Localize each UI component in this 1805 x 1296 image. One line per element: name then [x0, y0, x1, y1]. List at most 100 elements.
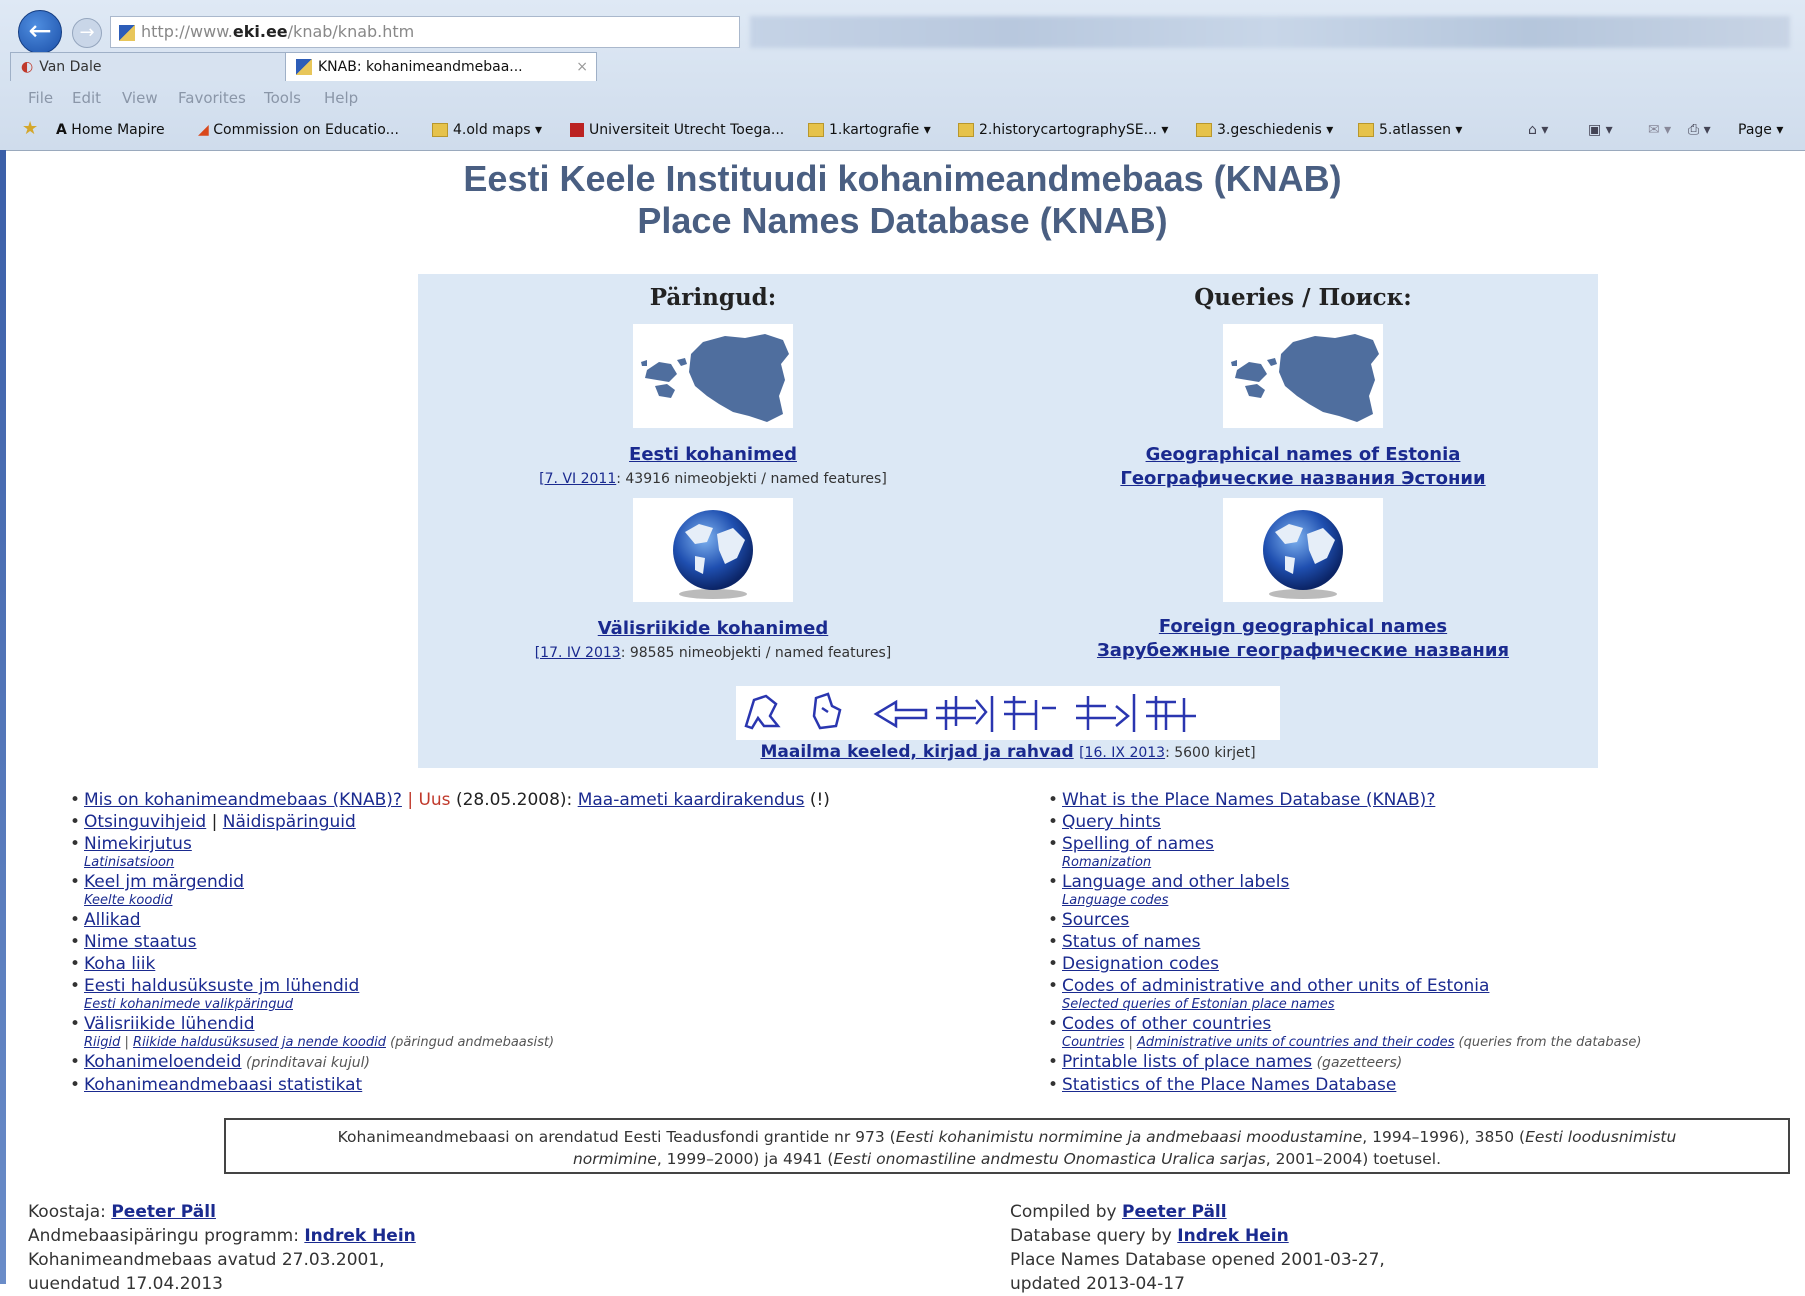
link-allikad[interactable]: Allikad — [84, 910, 141, 930]
link-keelte-koodid[interactable]: Keelte koodid — [84, 893, 830, 909]
link-printable-lists[interactable]: Printable lists of place names — [1062, 1052, 1312, 1072]
menu-tools[interactable]: Tools — [264, 89, 301, 107]
fav-historycartography[interactable]: 2.historycartographySE... ▾ — [958, 122, 1168, 138]
foreign-date-link[interactable]: [17. IV 2013 — [535, 645, 621, 661]
languages-date-link[interactable]: [16. IX 2013 — [1079, 745, 1165, 761]
tab-label: KNAB: kohanimeandmebaa... — [318, 59, 523, 75]
menu-help[interactable]: Help — [324, 89, 358, 107]
menu-favorites[interactable]: Favorites — [178, 89, 246, 107]
link-mis-on-knab[interactable]: Mis on kohanimeandmebaas (KNAB)? — [84, 790, 402, 810]
home-icon[interactable]: ⌂ ▾ — [1528, 122, 1548, 138]
estonia-map-svg — [1231, 334, 1379, 422]
link-sources[interactable]: Sources — [1062, 910, 1129, 930]
print-icon[interactable]: ⎙ ▾ — [1688, 122, 1711, 138]
close-icon[interactable]: × — [576, 53, 588, 81]
link-programmer[interactable]: Indrek Hein — [304, 1226, 415, 1246]
fav-commission[interactable]: ◢ Commission on Educatio... — [198, 122, 399, 138]
fav-label: 4.old maps ▾ — [453, 122, 543, 138]
link-riigid[interactable]: Riigid — [84, 1035, 120, 1050]
link-language-codes[interactable]: Language codes — [1062, 893, 1641, 909]
link-what-is-knab[interactable]: What is the Place Names Database (KNAB)? — [1062, 790, 1435, 810]
link-designation-codes[interactable]: Designation codes — [1062, 954, 1219, 974]
fav-geschiedenis[interactable]: 3.geschiedenis ▾ — [1196, 122, 1333, 138]
menu-file[interactable]: File — [28, 89, 53, 107]
page-menu[interactable]: Page ▾ — [1738, 122, 1783, 138]
link-nimekirjutus[interactable]: Nimekirjutus — [84, 834, 192, 854]
note: (prinditavai kujul) — [241, 1055, 371, 1071]
link-statistics[interactable]: Statistics of the Place Names Database — [1062, 1075, 1396, 1095]
link-nime-staatus[interactable]: Nime staatus — [84, 932, 197, 952]
link-valisriikide-luhendid[interactable]: Välisriikide lühendid — [84, 1014, 255, 1034]
menu-view[interactable]: View — [122, 89, 158, 107]
link-geographical-names-estonia-ru[interactable]: Географические названия Эстонии — [1008, 468, 1598, 492]
note: (gazetteers) — [1312, 1055, 1403, 1071]
list-item: Välisriikide lühendid Riigid | Riikide h… — [70, 1014, 830, 1051]
link-kohanimeloendeid[interactable]: Kohanimeloendeid — [84, 1052, 242, 1072]
funding-text: Kohanimeandmebaasi on arendatud Eesti Te… — [337, 1128, 896, 1146]
window-edge — [0, 150, 6, 1284]
link-keel-margendid[interactable]: Keel jm märgendid — [84, 872, 244, 892]
link-geographical-names-estonia[interactable]: Geographical names of Estonia — [1008, 444, 1598, 468]
estonia-map-icon[interactable] — [633, 324, 793, 428]
footer-estonian: Koostaja: Peeter Päll Andmebaasipäringu … — [28, 1200, 416, 1296]
fav-home-mapire[interactable]: A Home Mapire — [56, 122, 165, 138]
funding-grant-2b: normimine — [572, 1150, 657, 1168]
link-latinisatsioon[interactable]: Latinisatsioon — [84, 855, 830, 871]
fav-kartografie[interactable]: 1.kartografie ▾ — [808, 122, 931, 138]
link-eesti-haldusuksused[interactable]: Eesti haldusüksuste jm lühendid — [84, 976, 359, 996]
address-bar[interactable]: http://www.eki.ee/knab/knab.htm — [110, 16, 740, 48]
link-koha-liik[interactable]: Koha liik — [84, 954, 155, 974]
list-item: Printable lists of place names (gazettee… — [1048, 1052, 1641, 1074]
mail-icon[interactable]: ✉ ▾ — [1648, 122, 1671, 138]
queries-heading-en: Queries / Поиск: — [1194, 284, 1412, 311]
link-valikparingud[interactable]: Eesti kohanimede valikpäringud — [84, 997, 830, 1013]
link-admin-codes-estonia[interactable]: Codes of administrative and other units … — [1062, 976, 1489, 996]
link-riikide-haldusuksused[interactable]: Riikide haldusüksused ja nende koodid — [133, 1035, 386, 1050]
link-status-of-names[interactable]: Status of names — [1062, 932, 1200, 952]
link-foreign-geographical-names-ru[interactable]: Зарубежные географические названия — [1008, 640, 1598, 664]
link-naidisparinguid[interactable]: Näidispäringuid — [223, 812, 356, 832]
link-eesti-kohanimed[interactable]: Eesti kohanimed — [418, 444, 1008, 468]
globe-icon[interactable] — [1223, 498, 1383, 602]
script-glyphs-icon[interactable] — [736, 686, 1280, 740]
funding-text: , 1999–2000) ja 4941 ( — [656, 1150, 834, 1168]
link-query-hints[interactable]: Query hints — [1062, 812, 1161, 832]
query-column-estonian: Päringud: Eesti kohanimed [7. VI 2011: 4… — [418, 274, 1008, 664]
list-item: Language and other labels Language codes — [1048, 872, 1641, 909]
back-button[interactable]: ← — [18, 10, 62, 54]
link-admin-units-countries[interactable]: Administrative units of countries and th… — [1137, 1035, 1454, 1050]
estonia-count: : 43916 nimeobjekti / named features] — [616, 471, 887, 487]
tab-van-dale[interactable]: ◐ Van Dale — [10, 52, 297, 81]
feeds-icon[interactable]: ▣ ▾ — [1588, 122, 1613, 138]
list-item: Nime staatus — [70, 932, 830, 953]
link-romanization[interactable]: Romanization — [1062, 855, 1641, 871]
tab-knab[interactable]: KNAB: kohanimeandmebaa... × — [285, 52, 597, 81]
fav-utrecht[interactable]: Universiteit Utrecht Toega... — [570, 122, 784, 138]
link-language-labels[interactable]: Language and other labels — [1062, 872, 1289, 892]
link-selected-queries[interactable]: Selected queries of Estonian place names — [1062, 997, 1641, 1013]
link-programmer[interactable]: Indrek Hein — [1177, 1226, 1288, 1246]
link-countries[interactable]: Countries — [1062, 1035, 1124, 1050]
list-item: Codes of other countries Countries | Adm… — [1048, 1014, 1641, 1051]
fav-old-maps[interactable]: 4.old maps ▾ — [432, 122, 542, 138]
link-codes-other-countries[interactable]: Codes of other countries — [1062, 1014, 1271, 1034]
forward-button[interactable]: → — [72, 18, 102, 48]
estonia-date-link[interactable]: [7. VI 2011 — [539, 471, 616, 487]
fav-atlassen[interactable]: 5.atlassen ▾ — [1358, 122, 1462, 138]
link-spelling-of-names[interactable]: Spelling of names — [1062, 834, 1214, 854]
link-otsinguvihjeid[interactable]: Otsinguvihjeid — [84, 812, 206, 832]
link-statistika[interactable]: Kohanimeandmebaasi statistikat — [84, 1075, 362, 1095]
menu-edit[interactable]: Edit — [72, 89, 101, 107]
link-compiler[interactable]: Peeter Päll — [111, 1202, 216, 1222]
address-row: ← → http://www.eki.ee/knab/knab.htm — [0, 6, 1805, 54]
globe-icon[interactable] — [633, 498, 793, 602]
link-maailma-keeled[interactable]: Maailma keeled, kirjad ja rahvad — [760, 742, 1073, 762]
link-maa-ameti[interactable]: Maa-ameti kaardirakendus — [578, 790, 805, 810]
link-valisriikide-kohanimed[interactable]: Välisriikide kohanimed — [418, 618, 1008, 642]
link-compiler[interactable]: Peeter Päll — [1122, 1202, 1227, 1222]
mapire-icon: A — [56, 122, 67, 138]
link-foreign-geographical-names[interactable]: Foreign geographical names — [1008, 616, 1598, 640]
title-line-2: Place Names Database (KNAB) — [637, 200, 1168, 241]
star-icon[interactable]: ★ — [22, 118, 38, 139]
estonia-map-icon[interactable] — [1223, 324, 1383, 428]
